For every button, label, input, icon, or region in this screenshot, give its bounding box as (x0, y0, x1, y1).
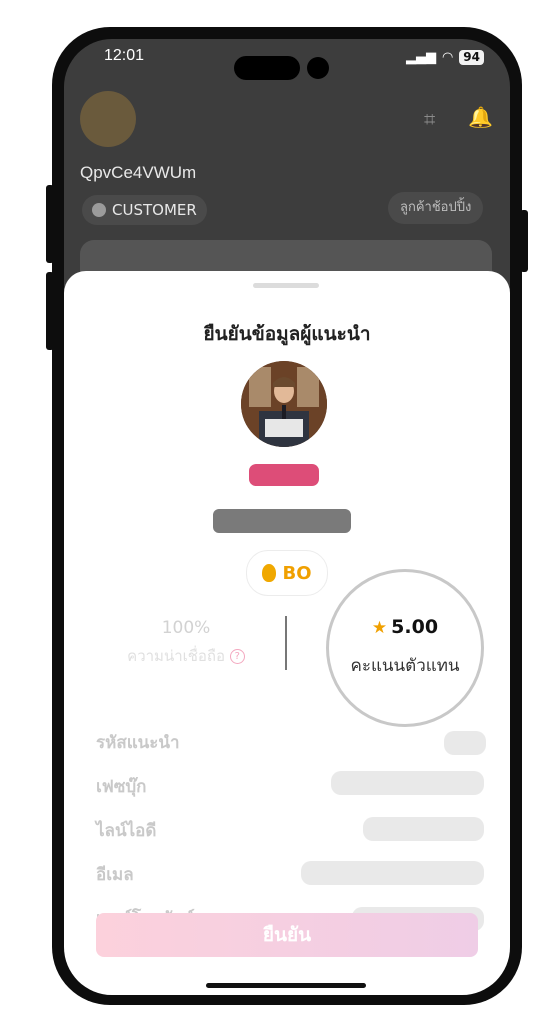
referrer-avatar (241, 361, 327, 447)
role-label: CUSTOMER (112, 201, 197, 219)
customer-shopping-button[interactable]: ลูกค้าช้อปปิ้ง (388, 192, 484, 224)
referrer-name-placeholder (213, 509, 351, 533)
agent-rating-value: 5.00 (391, 616, 439, 638)
field-value-referral-code (444, 731, 486, 755)
field-label-email: อีเมล (96, 865, 134, 885)
field-label-facebook: เฟซบุ๊ก (96, 777, 147, 797)
sheet-drag-handle[interactable] (253, 283, 319, 288)
field-label-referral-code: รหัสแนะนำ (96, 733, 180, 753)
role-badge: CUSTOMER (82, 195, 207, 225)
reliability-value: 100% (161, 618, 211, 638)
status-time: 12:01 (104, 47, 145, 64)
status-bar: 12:01 ▂▄▆ ◠ 94 (64, 39, 510, 83)
rank-badge: BO (246, 550, 328, 596)
profile-username: QpvCe4VWUm (80, 163, 197, 182)
battery-icon: 94 (459, 50, 484, 65)
sheet-title: ยืนยันข้อมูลผู้แนะนำ (203, 323, 371, 345)
camera-icon (307, 57, 329, 79)
qr-scan-icon[interactable]: ⌗ (424, 107, 435, 131)
agent-rating-label: คะแนนตัวแทน (350, 656, 460, 676)
star-icon: ★ (371, 618, 388, 638)
rating-magnifier: ★ 5.00 คะแนนตัวแทน (326, 569, 484, 727)
reliability-stat: 100% ความน่าเชื่อถือ ? (104, 618, 268, 668)
role-icon (92, 203, 106, 217)
rank-badge-label: BO (282, 562, 312, 584)
field-value-email (301, 861, 484, 885)
notification-bell-icon[interactable]: 🔔 (468, 105, 493, 129)
field-value-facebook (331, 771, 484, 795)
referrer-photo-image (241, 361, 327, 447)
stat-divider (285, 616, 287, 670)
reliability-label: ความน่าเชื่อถือ (127, 647, 226, 665)
signal-icon: ▂▄▆ (405, 50, 436, 65)
referrer-confirm-sheet: ยืนยันข้อมูลผู้แนะนำ BO 100% ความน่าเชื่… (64, 271, 510, 995)
profile-avatar[interactable] (80, 91, 136, 147)
wifi-icon: ◠ (441, 50, 454, 65)
phone-screen: 12:01 ▂▄▆ ◠ 94 ⌗ 🔔 QpvCe4VWUm CUSTOMER ล… (64, 39, 510, 995)
field-value-line-id (363, 817, 484, 841)
help-icon[interactable]: ? (229, 649, 245, 664)
referrer-level-tag (249, 464, 319, 486)
confirm-button[interactable]: ยืนยัน (96, 913, 478, 957)
medal-icon (262, 564, 277, 582)
dynamic-island (234, 56, 300, 80)
home-indicator[interactable] (206, 983, 366, 988)
reliability-label-row: ความน่าเชื่อถือ ? (104, 644, 268, 668)
field-label-line-id: ไลน์ไอดี (96, 821, 157, 841)
agent-rating: ★ 5.00 (329, 616, 481, 638)
status-icons: ▂▄▆ ◠ 94 (406, 50, 484, 65)
